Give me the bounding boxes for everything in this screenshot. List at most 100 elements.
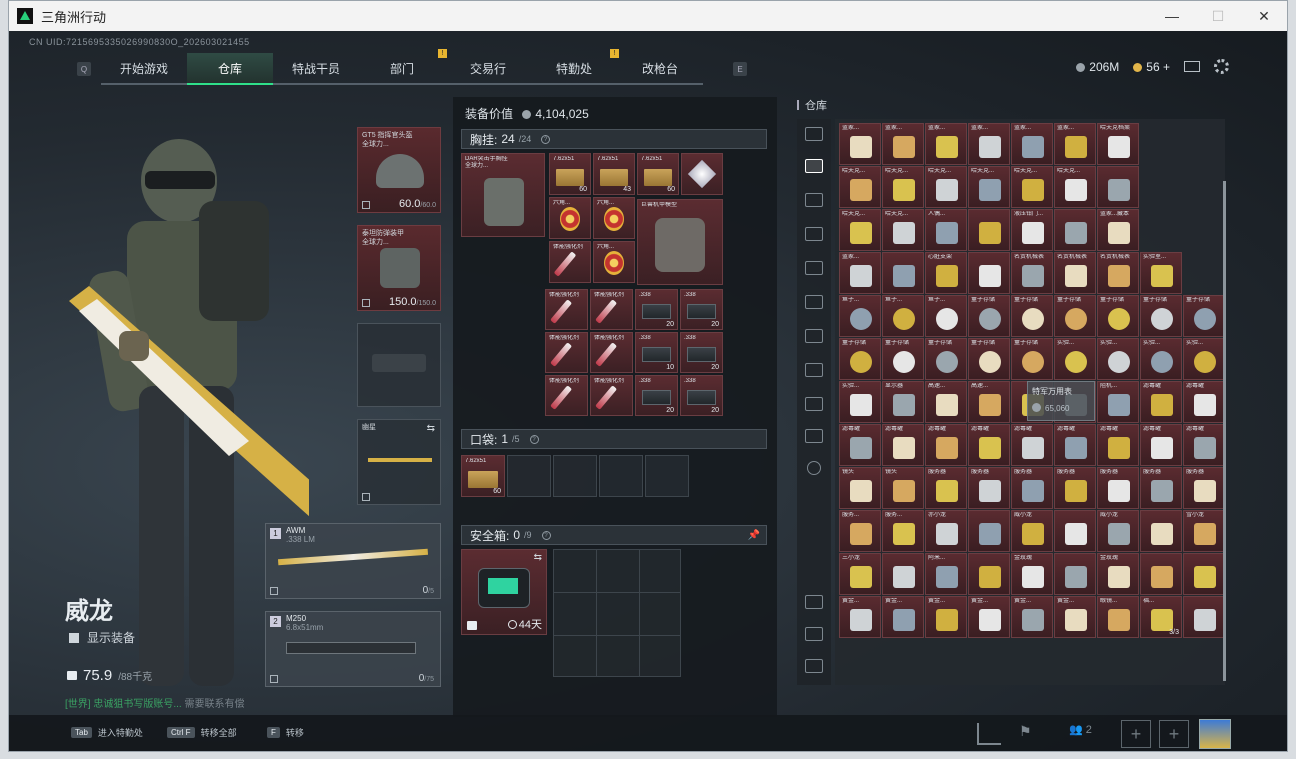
secondary-weapon-slot[interactable]: 2 M250 6.8x51mm 0/75 [265, 611, 441, 687]
warehouse-item[interactable]: 黄金... [925, 596, 967, 638]
warehouse-item[interactable] [1054, 510, 1096, 552]
warehouse-item[interactable]: 滤毒罐 [1140, 381, 1182, 423]
swap-icon[interactable]: ⇆ [427, 423, 435, 434]
warehouse-item[interactable]: 黄金... [968, 596, 1010, 638]
category-6-icon[interactable] [805, 329, 823, 343]
warehouse-item[interactable]: 服务... [839, 510, 881, 552]
warehouse-item[interactable]: 心脏支架 [925, 252, 967, 294]
inventory-item[interactable]: 体能强化剂 [545, 332, 588, 373]
warehouse-item[interactable]: 黄金... [882, 596, 924, 638]
tab-special-ops[interactable]: 特勤处! [531, 49, 619, 85]
warehouse-scrollbar[interactable] [1223, 181, 1226, 681]
inventory-item[interactable]: 7.62x51 60 [461, 455, 505, 497]
stats-icon[interactable] [977, 723, 1001, 745]
warehouse-item[interactable]: 蓝家... [968, 123, 1010, 165]
warehouse-item[interactable]: 滤毒罐 [1140, 424, 1182, 466]
warehouse-item[interactable]: 蓝家... [925, 123, 967, 165]
warehouse-item[interactable]: 阿米... [925, 553, 967, 595]
warehouse-item[interactable]: 三小龙 [839, 553, 881, 595]
chest-rig-slot[interactable]: DAR突击手胸挂 全球力... [461, 153, 545, 237]
warehouse-item[interactable]: 眼镜... [1097, 596, 1139, 638]
inventory-item[interactable]: .338 20 [680, 289, 723, 330]
warehouse-item[interactable]: 威小龙 [1097, 510, 1139, 552]
warehouse-item[interactable]: 滤毒罐 [925, 424, 967, 466]
category-3-icon[interactable] [805, 227, 823, 241]
warehouse-item[interactable]: 实验... [839, 381, 881, 423]
category-4-icon[interactable] [805, 261, 823, 275]
warehouse-item[interactable]: 服务... [882, 510, 924, 552]
warehouse-item[interactable]: 滤毒罐 [1054, 424, 1096, 466]
warehouse-item[interactable]: 黄金... [1011, 596, 1053, 638]
warehouse-item[interactable] [968, 553, 1010, 595]
category-warehouse-icon[interactable] [805, 159, 823, 173]
warehouse-item[interactable]: 滤毒罐 [1097, 424, 1139, 466]
warehouse-item[interactable]: 金玫瑰 [1011, 553, 1053, 595]
warehouse-item[interactable] [968, 252, 1010, 294]
warehouse-item[interactable]: 量子存储 [1140, 295, 1182, 337]
help-icon[interactable]: ? [529, 434, 539, 444]
warehouse-item[interactable]: 滤毒罐 [1183, 381, 1225, 423]
hint-transfer-all[interactable]: Ctrl F 转移全部 [167, 726, 237, 739]
warehouse-item[interactable]: 哈夫克... [882, 166, 924, 208]
help-icon[interactable]: ? [541, 134, 551, 144]
armor-slot[interactable]: 泰坦防弹装甲 全球力... 150.0/150.0 [357, 225, 441, 311]
warehouse-item[interactable]: 量子存储 [1183, 295, 1225, 337]
warehouse-item[interactable]: 福... 3/3 [1140, 596, 1182, 638]
empty-pocket-slot[interactable] [645, 455, 689, 497]
inventory-item[interactable]: .338 10 [635, 332, 678, 373]
inventory-item[interactable]: .338 20 [680, 375, 723, 416]
safebox-slot[interactable]: ⇆ 44天 [461, 549, 547, 635]
inventory-item[interactable]: 体能强化剂 [549, 241, 591, 283]
melee-slot[interactable]: 幽星 ⇆ [357, 419, 441, 505]
inventory-item[interactable]: 体能强化剂 [590, 332, 633, 373]
warehouse-item[interactable]: 量子存储 [839, 338, 881, 380]
warehouse-item[interactable]: 量子存储 [1054, 295, 1096, 337]
warehouse-item[interactable]: 量子存储 [882, 338, 924, 380]
inventory-item[interactable]: 体能强化剂 [590, 375, 633, 416]
warehouse-item[interactable] [882, 252, 924, 294]
warehouse-item[interactable]: 鱼子... [925, 295, 967, 337]
inventory-item[interactable]: 体能强化剂 [545, 289, 588, 330]
warehouse-item[interactable]: 服务器 [925, 467, 967, 509]
category-5-icon[interactable] [805, 295, 823, 309]
warehouse-item[interactable]: 液压钳门... [1011, 209, 1053, 251]
warehouse-item[interactable]: 蓝家... [1011, 123, 1053, 165]
warehouse-item[interactable]: 实验... [1054, 338, 1096, 380]
warehouse-item[interactable]: 黄金... [1054, 596, 1096, 638]
empty-pocket-slot[interactable] [553, 455, 597, 497]
warehouse-item[interactable]: 阻机... [1097, 381, 1139, 423]
warehouse-item[interactable] [1097, 166, 1139, 208]
warehouse-item[interactable]: 滤毒罐 [1011, 424, 1053, 466]
warehouse-item[interactable]: 服务器 [1183, 467, 1225, 509]
warehouse-item[interactable]: 鱼子... [839, 295, 881, 337]
show-equipment-toggle[interactable]: 显示装备 [69, 629, 135, 646]
sort-icon[interactable] [805, 659, 823, 673]
warehouse-item[interactable]: 量子存储 [1011, 295, 1053, 337]
inventory-item[interactable]: 7.62x51 43 [593, 153, 635, 195]
empty-pocket-slot[interactable] [599, 455, 643, 497]
warehouse-item[interactable]: 量子存储 [1097, 295, 1139, 337]
add-squad-member-button[interactable]: + [1159, 720, 1189, 748]
warehouse-item[interactable]: 赤小龙 [925, 510, 967, 552]
warehouse-item[interactable]: 名贵机械表 [1054, 252, 1096, 294]
inventory-item[interactable]: 六角... [593, 241, 635, 283]
warehouse-item[interactable]: 服务器 [1011, 467, 1053, 509]
warehouse-item[interactable]: 量子存储 [968, 338, 1010, 380]
warehouse-item[interactable]: 哈夫克... [925, 166, 967, 208]
warehouse-item[interactable]: 服务器 [1054, 467, 1096, 509]
warehouse-item[interactable] [1054, 553, 1096, 595]
warehouse-item[interactable]: 哈夫克... [1011, 166, 1053, 208]
inventory-item[interactable]: .338 20 [635, 375, 678, 416]
category-all-icon[interactable] [805, 127, 823, 141]
warehouse-item[interactable]: 蓝家...藏本 [1097, 209, 1139, 251]
flag-icon[interactable]: ⚑ [1019, 723, 1043, 745]
help-icon[interactable]: ? [541, 530, 551, 540]
settings-icon[interactable] [807, 461, 821, 475]
hint-special-ops[interactable]: Tab 进入特勤处 [71, 726, 143, 739]
player-avatar[interactable] [1199, 719, 1231, 749]
warehouse-item[interactable] [1183, 553, 1225, 595]
inventory-item[interactable]: 六角... [593, 197, 635, 239]
warehouse-item[interactable] [1054, 209, 1096, 251]
tab-gunsmith[interactable]: 改枪台 [617, 53, 703, 85]
warehouse-item[interactable] [1183, 596, 1225, 638]
